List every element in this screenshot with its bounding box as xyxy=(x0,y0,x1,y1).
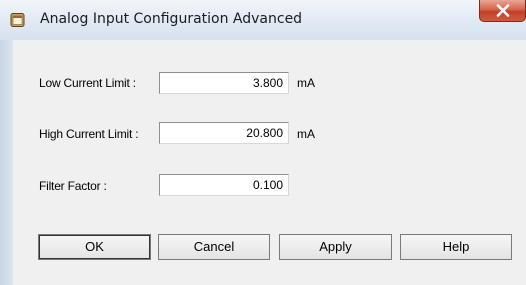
window-frame-edge xyxy=(0,40,13,285)
app-window-icon xyxy=(10,12,25,28)
help-button[interactable]: Help xyxy=(400,234,512,260)
title-bar[interactable]: Analog Input Configuration Advanced xyxy=(0,0,526,41)
filter-factor-label: Filter Factor : xyxy=(39,179,107,193)
high-current-limit-label: High Current Limit : xyxy=(39,127,139,141)
low-current-unit: mA xyxy=(297,76,315,90)
low-current-limit-label: Low Current Limit : xyxy=(39,76,136,90)
low-current-limit-input[interactable]: 3.800 xyxy=(159,72,289,94)
window-title: Analog Input Configuration Advanced xyxy=(40,11,303,27)
apply-button[interactable]: Apply xyxy=(279,234,392,260)
filter-factor-input[interactable]: 0.100 xyxy=(159,174,289,196)
analog-input-config-dialog: Analog Input Configuration Advanced Low … xyxy=(0,0,526,285)
close-x-icon xyxy=(496,4,510,17)
high-current-limit-input[interactable]: 20.800 xyxy=(159,122,289,144)
high-current-unit: mA xyxy=(297,127,315,141)
cancel-button[interactable]: Cancel xyxy=(158,234,270,260)
ok-button[interactable]: OK xyxy=(38,234,151,260)
close-button[interactable] xyxy=(479,0,526,22)
